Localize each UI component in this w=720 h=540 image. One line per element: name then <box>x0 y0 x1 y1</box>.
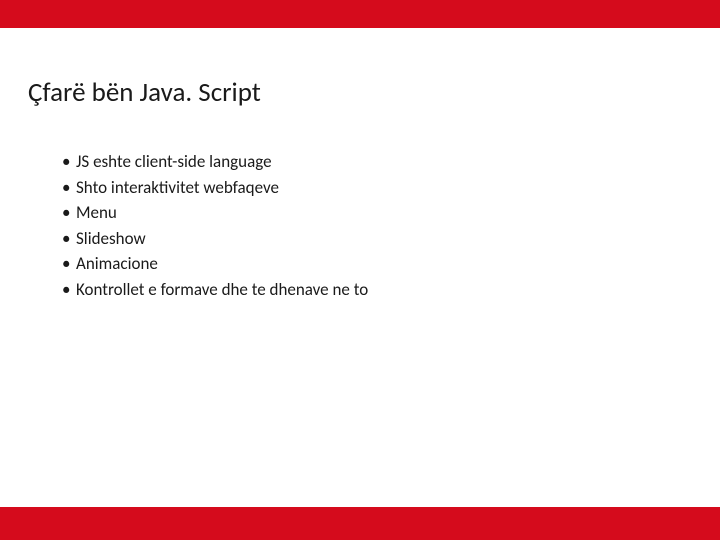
bottom-accent-bar <box>0 507 720 540</box>
slide-title: Çfarë bën Java. Script <box>28 76 692 109</box>
list-item: Animacione <box>62 251 692 277</box>
list-item: Slideshow <box>62 226 692 252</box>
top-accent-bar <box>0 0 720 28</box>
slide-content: Çfarë bën Java. Script JS eshte client-s… <box>0 28 720 302</box>
list-item: Kontrollet e formave dhe te dhenave ne t… <box>62 277 692 303</box>
bullet-list: JS eshte client-side language Shto inter… <box>28 149 692 302</box>
list-item: JS eshte client-side language <box>62 149 692 175</box>
list-item: Shto interaktivitet webfaqeve <box>62 175 692 201</box>
list-item: Menu <box>62 200 692 226</box>
